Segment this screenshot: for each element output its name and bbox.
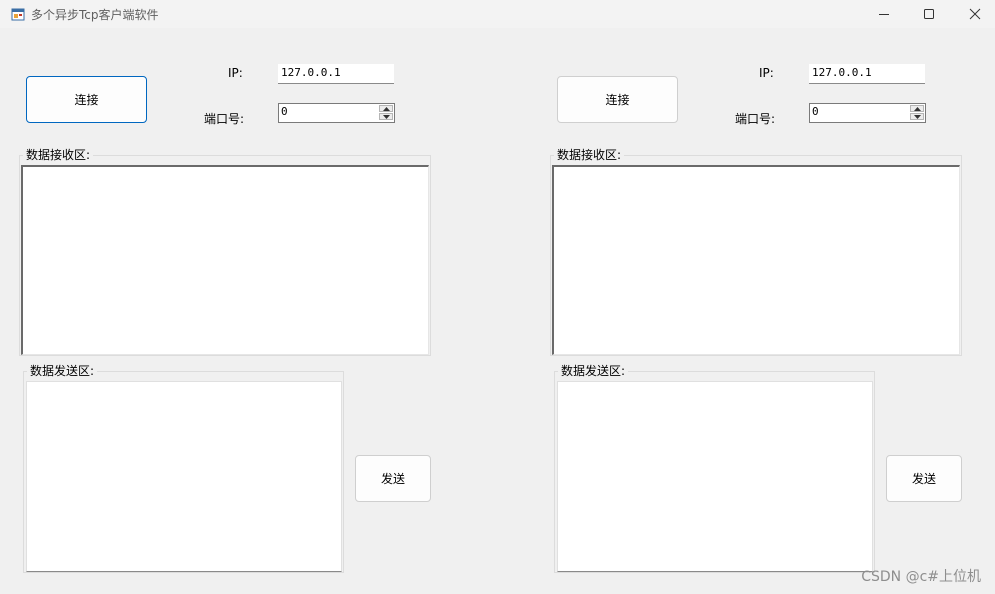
right-receive-group-title: 数据接收区: [554,146,625,163]
right-port-label: 端口号: [735,112,776,126]
watermark: CSDN @c#上位机 [861,569,981,585]
left-send-textarea[interactable] [26,381,342,572]
left-receive-textarea[interactable] [21,165,429,355]
right-port-value: 0 [812,105,819,118]
left-ip-label: IP: [228,66,243,80]
left-send-group: 数据发送区: [23,362,344,573]
window-title: 多个异步Tcp客户端软件 [31,8,159,22]
left-ip-input[interactable]: 127.0.0.1 [278,64,394,84]
right-receive-textarea[interactable] [552,165,960,355]
minimize-button[interactable] [861,0,907,28]
left-port-value: 0 [281,105,288,118]
right-port-stepper[interactable]: 0 [809,103,926,123]
right-receive-group: 数据接收区: [550,146,962,356]
right-port-spin[interactable] [910,105,924,121]
left-receive-group-title: 数据接收区: [23,146,94,163]
left-connect-button[interactable]: 连接 [26,76,147,123]
left-send-group-title: 数据发送区: [27,362,98,379]
app-icon [11,8,25,21]
spin-down-icon[interactable] [379,113,393,120]
right-ip-label: IP: [759,66,774,80]
right-send-group-title: 数据发送区: [558,362,629,379]
left-send-button[interactable]: 发送 [355,455,431,502]
left-port-stepper[interactable]: 0 [278,103,395,123]
maximize-icon [924,9,934,19]
spin-up-icon[interactable] [379,105,393,112]
right-ip-input[interactable]: 127.0.0.1 [809,64,925,84]
left-port-spin[interactable] [379,105,393,121]
right-send-button[interactable]: 发送 [886,455,962,502]
minimize-icon [879,14,889,15]
close-button[interactable] [952,0,995,28]
left-port-label: 端口号: [204,112,245,126]
right-send-textarea[interactable] [557,381,873,572]
left-receive-group: 数据接收区: [19,146,431,356]
maximize-button[interactable] [906,0,952,28]
spin-down-icon[interactable] [910,113,924,120]
right-send-group: 数据发送区: [554,362,875,573]
close-icon [969,8,981,20]
spin-up-icon[interactable] [910,105,924,112]
right-connect-button[interactable]: 连接 [557,76,678,123]
title-bar: 多个异步Tcp客户端软件 [0,0,995,28]
